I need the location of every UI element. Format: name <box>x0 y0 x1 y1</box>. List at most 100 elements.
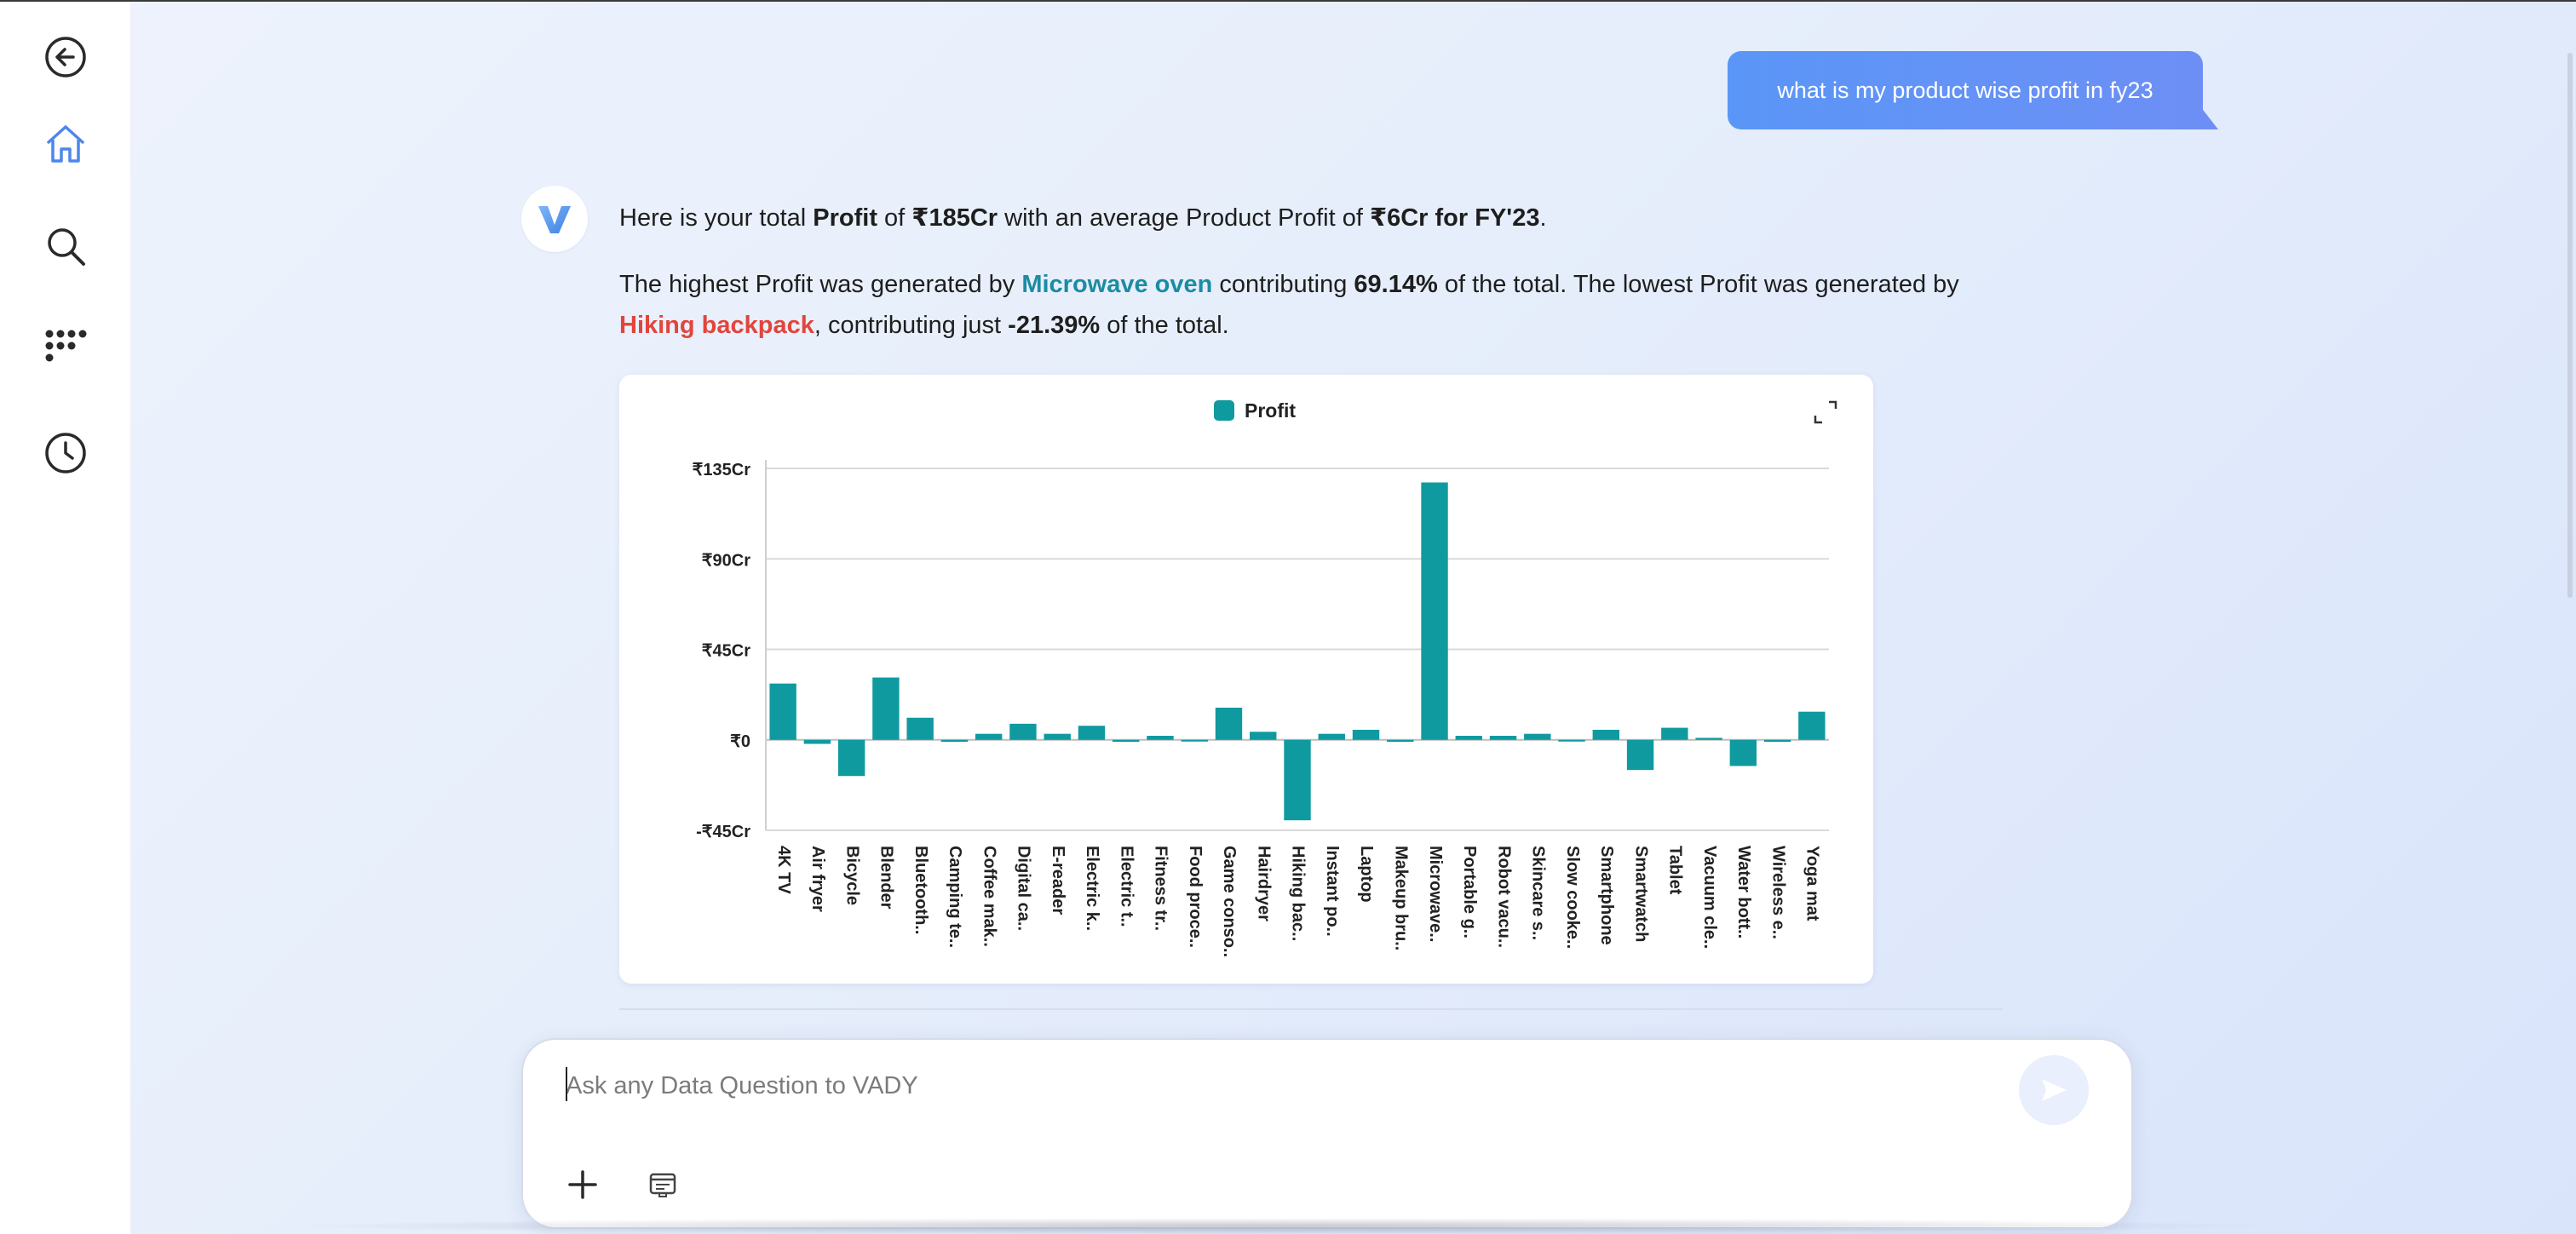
average-profit-value: ₹6Cr for FY'23 <box>1369 204 1540 232</box>
window-top-edge <box>0 0 2576 2</box>
assistant-avatar <box>521 186 588 252</box>
x-tick-label: Game conso.. <box>1220 846 1239 957</box>
bar-16 <box>1284 739 1311 821</box>
sidebar-item-home[interactable] <box>32 110 100 178</box>
x-tick-label: Tablet <box>1666 846 1685 895</box>
answer-summary: Here is your total Profit of ₹185Cr with… <box>619 198 1965 238</box>
bar-17 <box>1318 733 1345 740</box>
chat-input-box <box>521 1038 2133 1229</box>
history-clock-icon <box>45 433 86 474</box>
sidebar <box>0 2 131 1234</box>
x-tick-label: Bicycle <box>842 846 861 905</box>
bar-15 <box>1250 732 1277 740</box>
x-tick-label: Food proce.. <box>1186 846 1205 948</box>
x-tick-label: Skincare s.. <box>1529 846 1548 940</box>
answer-text: , contributing just <box>814 312 1009 339</box>
bar-14 <box>1215 707 1243 740</box>
expand-chart-button[interactable] <box>1808 395 1843 429</box>
back-arrow-icon <box>45 37 86 77</box>
bar-22 <box>1489 736 1517 740</box>
assistant-answer: Here is your total Profit of ₹185Cr with… <box>619 198 1965 371</box>
bar-27 <box>1661 727 1688 740</box>
back-button[interactable] <box>32 23 100 91</box>
bar-5 <box>906 717 934 740</box>
answer-bold: Profit <box>813 204 877 232</box>
send-button[interactable] <box>2019 1055 2089 1125</box>
x-tick-label: E-reader <box>1049 846 1067 915</box>
plus-icon <box>568 1170 597 1199</box>
x-tick-label: Digital ca.. <box>1015 846 1033 931</box>
x-tick-label: Electric k.. <box>1083 846 1101 931</box>
data-source-icon <box>649 1173 676 1197</box>
legend-swatch <box>1214 400 1234 421</box>
sidebar-item-apps[interactable] <box>32 314 100 382</box>
bar-6 <box>940 739 969 743</box>
sidebar-item-search[interactable] <box>32 212 100 280</box>
y-tick-label: ₹45Cr <box>702 642 750 661</box>
apps-grid-icon <box>45 330 87 362</box>
answer-text: of <box>877 204 912 232</box>
send-icon <box>2042 1079 2067 1101</box>
bar-8 <box>1009 723 1037 740</box>
x-tick-label: Microwave.. <box>1426 846 1445 942</box>
answer-text: . <box>1539 204 1547 232</box>
sidebar-item-history[interactable] <box>32 419 100 487</box>
answer-text: of the total. <box>1100 312 1229 339</box>
bar-4 <box>872 677 900 740</box>
question-input[interactable] <box>566 1060 2014 1111</box>
bar-18 <box>1352 729 1380 740</box>
y-tick-label: ₹90Cr <box>702 551 750 570</box>
x-tick-label: Bluetooth.. <box>911 846 930 934</box>
x-tick-label: 4K TV <box>774 846 793 894</box>
x-tick-label: Electric t.. <box>1117 846 1136 927</box>
x-tick-label: Smartwatch <box>1631 846 1650 942</box>
scrollbar-thumb[interactable] <box>2567 53 2573 598</box>
bar-21 <box>1455 736 1482 740</box>
input-shadow <box>256 1218 2300 1234</box>
message-divider <box>619 1008 2003 1010</box>
answer-insight: The highest Profit was generated by Micr… <box>619 264 1965 346</box>
x-tick-label: Air fryer <box>808 846 827 912</box>
y-tick-label: ₹135Cr <box>693 461 751 479</box>
x-tick-label: Blender <box>877 846 896 910</box>
add-button[interactable] <box>557 1159 608 1210</box>
answer-text: of the total. The lowest Profit was gene… <box>1437 271 1959 298</box>
top-product-highlight: Microwave oven <box>1021 271 1213 298</box>
x-tick-label: Camping te.. <box>946 846 964 948</box>
bar-1 <box>769 683 796 740</box>
data-source-button[interactable] <box>637 1159 688 1210</box>
total-profit-value: ₹185Cr <box>911 204 998 232</box>
bar-23 <box>1524 733 1551 740</box>
bar-2 <box>803 739 831 744</box>
page-scrollbar[interactable] <box>2562 2 2576 1234</box>
bar-29 <box>1729 739 1757 766</box>
bar-26 <box>1626 739 1654 771</box>
answer-text: Here is your total <box>619 204 814 232</box>
x-tick-label: Robot vacu.. <box>1494 846 1513 948</box>
y-tick-label: ₹0 <box>730 732 750 751</box>
bar-24 <box>1558 739 1585 742</box>
bar-13 <box>1181 739 1208 742</box>
bar-25 <box>1592 729 1620 740</box>
search-icon <box>48 228 85 266</box>
x-tick-label: Hiking bac.. <box>1289 846 1308 941</box>
user-message-bubble: what is my product wise profit in fy23 <box>1728 51 2203 129</box>
x-tick-label: Fitness tr.. <box>1152 846 1170 931</box>
vady-logo-icon <box>538 206 571 233</box>
user-message-text: what is my product wise profit in fy23 <box>1777 77 2153 103</box>
x-tick-label: Coffee mak.. <box>980 846 998 947</box>
x-tick-label: Portable g.. <box>1460 846 1479 938</box>
y-tick-label: -₹45Cr <box>696 823 750 841</box>
lowest-share-value: -21.39% <box>1008 312 1101 339</box>
bar-11 <box>1113 739 1140 743</box>
bar-12 <box>1147 736 1174 740</box>
x-tick-label: Hairdryer <box>1254 846 1273 921</box>
answer-text: with an average Product Profit of <box>998 204 1370 232</box>
expand-icon <box>1814 400 1837 424</box>
bar-28 <box>1695 738 1722 740</box>
bar-20 <box>1421 482 1448 740</box>
bar-10 <box>1078 726 1106 740</box>
x-tick-label: Wireless e.. <box>1768 846 1787 939</box>
chart-card: Profit ₹135Cr ₹90Cr ₹45Cr ₹0 -₹45Cr 4K TV Air f… <box>619 375 1873 984</box>
bar-30 <box>1763 739 1791 743</box>
